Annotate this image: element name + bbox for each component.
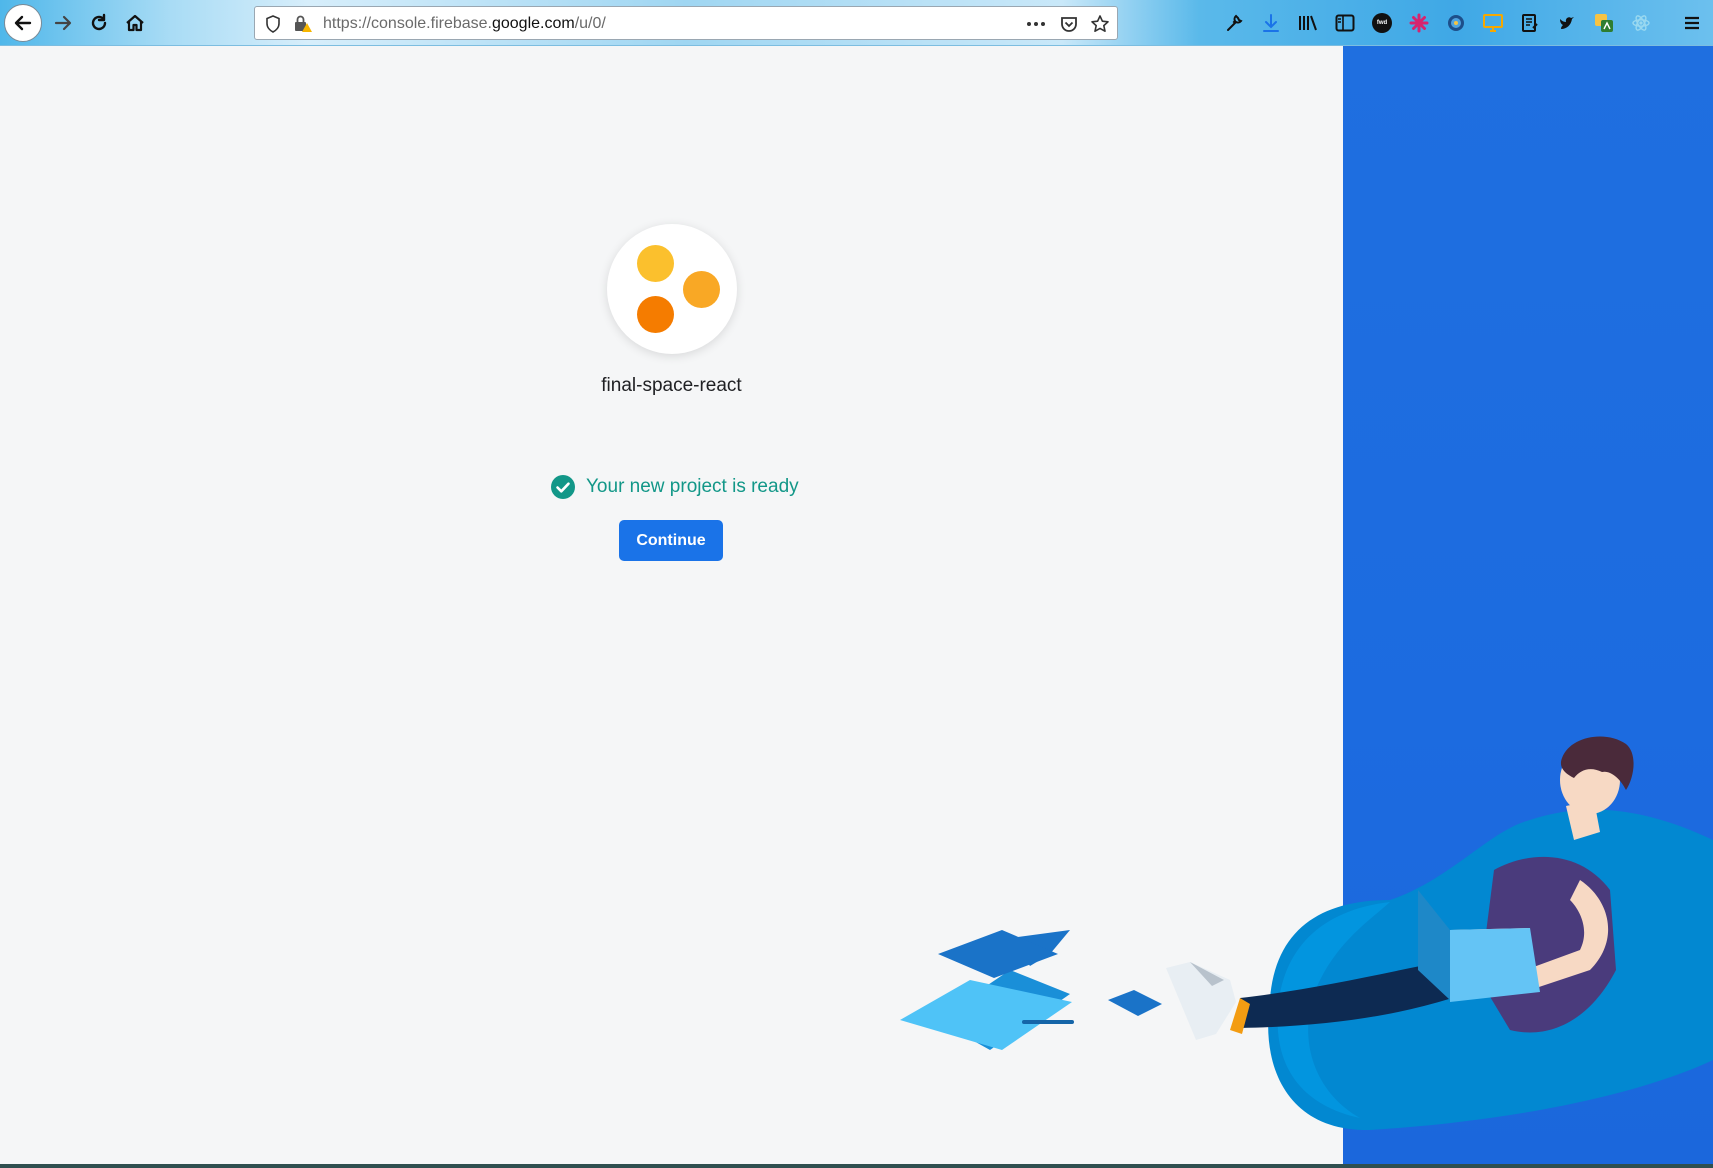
home-button[interactable]	[116, 4, 154, 42]
star-icon[interactable]	[1090, 14, 1110, 34]
fwd-icon[interactable]: fwd	[1370, 11, 1394, 35]
browser-toolbar: https://console.firebase.google.com/u/0/…	[0, 0, 1713, 46]
avatar-dot-yellow	[637, 245, 674, 282]
project-avatar	[607, 224, 737, 354]
continue-button[interactable]: Continue	[619, 520, 723, 561]
ready-status: Your new project is ready	[550, 474, 799, 500]
check-circle-icon	[551, 475, 575, 499]
wrench-icon[interactable]	[1222, 11, 1246, 35]
forward-arrow-icon	[54, 15, 72, 31]
avatar-dot-amber	[683, 271, 720, 308]
back-button[interactable]	[4, 4, 42, 42]
globe-icon[interactable]	[1444, 11, 1468, 35]
forward-button[interactable]	[44, 4, 82, 42]
react-icon[interactable]	[1629, 11, 1653, 35]
hamburger-menu-icon[interactable]	[1680, 11, 1704, 35]
download-icon[interactable]	[1259, 11, 1283, 35]
sidebar-icon[interactable]	[1333, 11, 1357, 35]
project-name: final-space-react	[601, 375, 742, 396]
more-icon[interactable]	[1026, 14, 1046, 34]
home-icon	[126, 14, 144, 32]
bird-icon[interactable]	[1555, 11, 1579, 35]
monitor-icon[interactable]	[1481, 11, 1505, 35]
library-icon[interactable]	[1296, 11, 1320, 35]
url-text[interactable]: https://console.firebase.google.com/u/0/	[323, 15, 606, 33]
reload-button[interactable]	[80, 4, 118, 42]
pocket-icon[interactable]	[1059, 14, 1079, 34]
reload-icon	[91, 13, 107, 31]
lock-warning-icon[interactable]	[293, 14, 313, 34]
back-arrow-icon	[14, 15, 32, 31]
url-bar[interactable]: https://console.firebase.google.com/u/0/	[254, 6, 1118, 40]
bottom-edge	[0, 1164, 1713, 1168]
avatar-dot-orange	[637, 296, 674, 333]
notes-icon[interactable]	[1518, 11, 1542, 35]
translate-icon[interactable]	[1592, 11, 1616, 35]
shield-icon[interactable]	[263, 14, 283, 34]
person-on-beanbag-illustration	[900, 736, 1713, 1130]
ready-message: Your new project is ready	[586, 476, 799, 497]
asterisk-icon[interactable]	[1407, 11, 1431, 35]
